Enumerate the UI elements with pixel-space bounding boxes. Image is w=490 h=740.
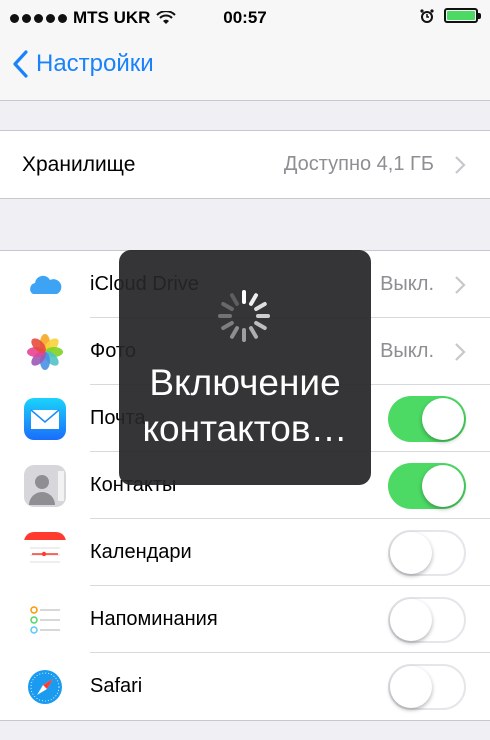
app-value: Выкл. (380, 273, 434, 295)
toggle-knob (422, 397, 464, 440)
list-item: Календари (0, 519, 490, 586)
safari-icon (24, 665, 66, 708)
reminders-icon (24, 598, 66, 641)
chevron-right-icon (455, 343, 466, 361)
icloud-drive-icon (24, 263, 66, 306)
list-item: Safari (0, 653, 490, 720)
back-button-label: Настройки (36, 50, 154, 77)
toggle-knob (422, 464, 464, 507)
contacts-toggle[interactable] (388, 462, 466, 509)
status-right (420, 8, 481, 23)
contacts-icon (24, 464, 66, 507)
toggle-knob (390, 598, 432, 641)
app-label: Напоминания (90, 608, 218, 630)
toggle-knob (390, 531, 432, 574)
app-value: Выкл. (380, 340, 434, 362)
app-label: Календари (90, 541, 192, 563)
hud-line-2: контактов… (142, 408, 348, 449)
toggle-knob (390, 665, 432, 708)
mail-icon (24, 397, 66, 440)
list-item: Напоминания (0, 586, 490, 653)
battery-fill (447, 11, 475, 20)
back-button[interactable]: Настройки (12, 50, 154, 78)
app-label: Safari (90, 675, 143, 697)
mail-toggle[interactable] (388, 395, 466, 442)
status-bar: MTS UKR 00:57 (0, 0, 490, 34)
loading-hud: Включение контактов… (119, 250, 371, 485)
spinner-icon (218, 290, 270, 342)
reminders-toggle[interactable] (388, 596, 466, 643)
photos-icon (24, 330, 66, 373)
storage-group: Хранилище Доступно 4,1 ГБ (0, 130, 490, 199)
battery-icon (444, 8, 481, 23)
storage-value: Доступно 4,1 ГБ (283, 153, 434, 175)
alarm-clock-icon (420, 8, 434, 23)
calendar-icon (24, 531, 66, 574)
hud-message: Включение контактов… (119, 360, 371, 452)
chevron-right-icon (455, 156, 466, 174)
hud-line-1: Включение (149, 362, 341, 403)
chevron-right-icon (455, 276, 466, 294)
storage-label: Хранилище (22, 152, 136, 176)
navigation-bar: Настройки (0, 34, 490, 101)
storage-row[interactable]: Хранилище Доступно 4,1 ГБ (0, 131, 490, 198)
safari-toggle[interactable] (388, 663, 466, 710)
calendars-toggle[interactable] (388, 529, 466, 576)
chevron-left-icon (13, 50, 28, 78)
clock: 00:57 (223, 8, 267, 27)
